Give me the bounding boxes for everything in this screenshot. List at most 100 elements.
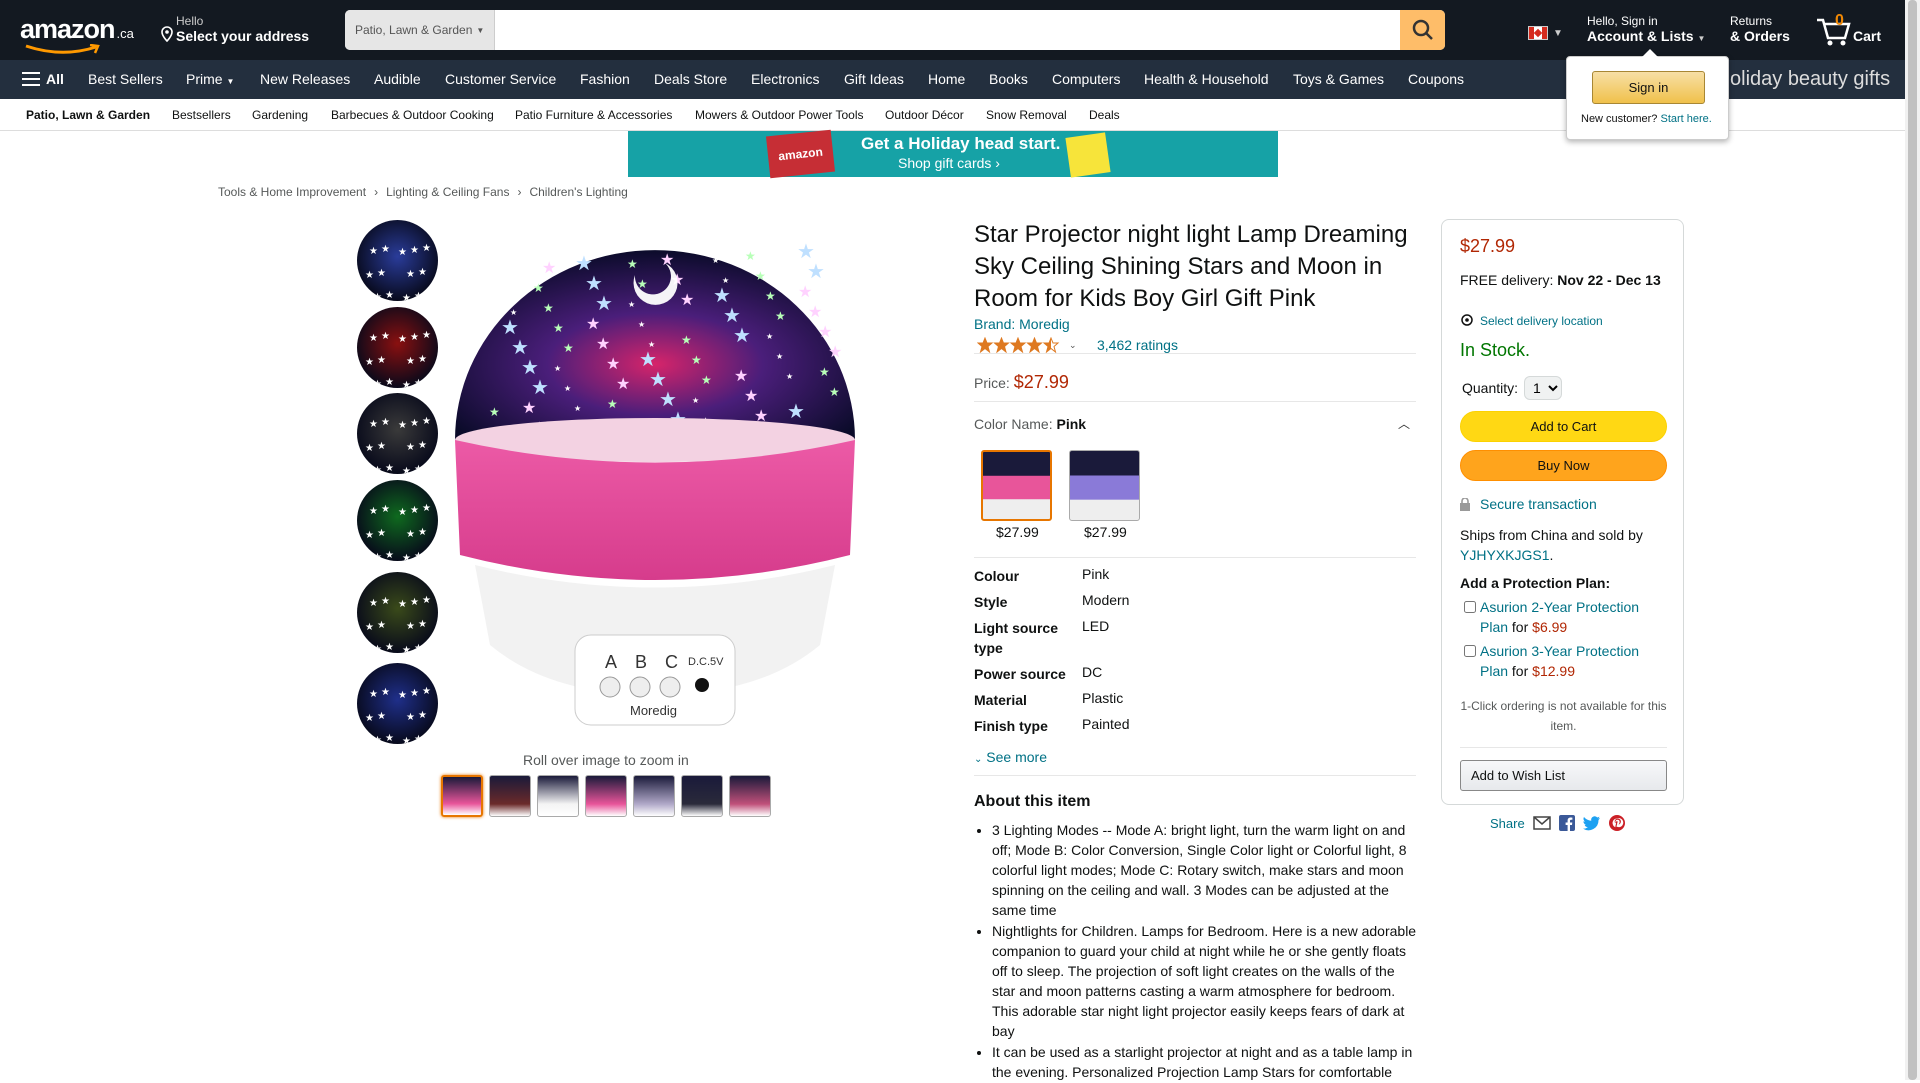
nav-prime[interactable]: Prime ▼ [186,71,234,87]
subnav-mowers[interactable]: Mowers & Outdoor Power Tools [695,108,864,122]
search-input[interactable] [495,10,1400,50]
projected-star: ★ [734,368,748,385]
nav-books[interactable]: Books [989,71,1028,87]
subnav-snow-removal[interactable]: Snow Removal [986,108,1067,122]
nav-home[interactable]: Home [928,71,965,87]
nav-health-household[interactable]: Health & Household [1144,71,1269,87]
plan-for: for [1511,663,1529,679]
gallery-thumbnail[interactable]: ★ ★ ★ ★ ★ ★ ★ ★ ★ ★ ★ ★ ★ ★ [357,307,438,388]
see-more-link[interactable]: ⌄ See more [974,749,1047,765]
breadcrumb-item[interactable]: Lighting & Ceiling Fans [386,185,509,199]
cart-button[interactable]: 0 Cart [1815,10,1895,50]
projected-star: ★ [744,388,758,405]
star-icon: ★ [398,334,407,345]
scrollbar-thumb[interactable] [1908,0,1917,1080]
all-menu-button[interactable]: All [22,71,64,87]
sign-in-button[interactable]: Sign in [1592,71,1705,104]
star-icon: ★ [410,418,419,429]
quantity-select[interactable]: 1 [1524,376,1563,400]
subnav-barbecues[interactable]: Barbecues & Outdoor Cooking [331,108,494,122]
main-product-image[interactable]: ★ ★ ★ ★ ★ ★ ★ ★ ★ ★ ★ ★ ★ ★ ★ ★ ★ ★ ★ ★ ★ ★ ★ ★ ★ ★ ★ ★ ★ ★ ★ ★ ★ ★ ★ ★ ★ ★ ★ ★… [450,225,860,755]
gallery-thumbnail[interactable] [537,775,579,817]
nav-electronics[interactable]: Electronics [751,71,819,87]
nav-customer-service[interactable]: Customer Service [445,71,556,87]
pinterest-icon[interactable] [1608,815,1625,831]
secure-transaction[interactable]: Secure transaction [1460,496,1597,512]
subnav-patio-furniture[interactable]: Patio Furniture & Accessories [515,108,672,122]
swatch-pink[interactable] [981,450,1052,521]
breadcrumb-item[interactable]: Tools & Home Improvement [218,185,366,199]
nav-fashion[interactable]: Fashion [580,71,630,87]
projected-star: ★ [713,285,731,307]
add-to-cart-button[interactable]: Add to Cart [1460,411,1667,442]
nav-new-releases[interactable]: New Releases [260,71,350,87]
account-menu[interactable]: Hello, Sign in Account & Lists ▼ [1587,14,1705,44]
protection-plan-option: Asurion 3-Year Protection Plan for $12.9… [1464,641,1664,681]
seller-link[interactable]: YJHYXKJGS1 [1460,547,1549,563]
nav-toys-games[interactable]: Toys & Games [1293,71,1384,87]
search-category-dropdown[interactable]: Patio, Lawn & Garden ▼ [345,10,495,50]
subnav-deals[interactable]: Deals [1089,108,1120,122]
delivery-address[interactable]: Hello Select your address [160,14,309,48]
subnav-gardening[interactable]: Gardening [252,108,308,122]
projected-star: ★ [660,252,674,269]
gallery-thumbnail[interactable] [489,775,531,817]
brand-link[interactable]: Brand: Moredig [974,316,1070,332]
returns-orders[interactable]: Returns & Orders [1730,14,1790,44]
breadcrumb-item[interactable]: Children's Lighting [529,185,627,199]
gallery-thumbnail[interactable] [585,775,627,817]
nav-promo-banner[interactable]: oliday beauty gifts [1730,68,1890,91]
facebook-icon[interactable] [1558,815,1575,831]
star-icon: ★ [377,528,386,539]
subnav-bestsellers[interactable]: Bestsellers [172,108,231,122]
protection-plan-checkbox[interactable] [1464,645,1476,657]
rating-star [993,337,1010,353]
start-here-link[interactable]: Start here. [1660,113,1711,125]
nav-deals-store[interactable]: Deals Store [654,71,727,87]
nav-computers[interactable]: Computers [1052,71,1120,87]
gallery-thumbnail[interactable] [441,775,483,817]
gallery-thumbnail[interactable] [729,775,771,817]
projected-star: ★ [490,268,497,277]
protection-plan-checkbox[interactable] [1464,601,1476,613]
power-label: D.C.5V [688,656,724,668]
swatch-purple[interactable] [1069,450,1140,521]
add-to-wish-list-button[interactable]: Add to Wish List [1460,760,1667,791]
amazon-logo[interactable]: amazon .ca [20,14,140,54]
nav-audible[interactable]: Audible [374,71,421,87]
list-item: 3 Lighting Modes -- Mode A: bright light… [992,820,1419,920]
nav-best-sellers[interactable]: Best Sellers [88,71,163,87]
gallery-thumbnail[interactable] [681,775,723,817]
gallery-thumbnail[interactable]: ★ ★ ★ ★ ★ ★ ★ ★ ★ ★ ★ ★ ★ ★ [357,393,438,474]
projected-star: ★ [501,317,519,339]
ratings-count-link[interactable]: 3,462 ratings [1097,337,1178,353]
nav-coupons[interactable]: Coupons [1408,71,1464,87]
nav-gift-ideas[interactable]: Gift Ideas [844,71,904,87]
gallery-thumbnail[interactable]: ★ ★ ★ ★ ★ ★ ★ ★ ★ ★ ★ ★ ★ ★ [357,572,438,653]
star-rating[interactable]: ⌄ [977,337,1077,353]
twitter-icon[interactable] [1582,815,1601,831]
gallery-thumbnail[interactable]: ★ ★ ★ ★ ★ ★ ★ ★ ★ ★ ★ ★ ★ ★ [357,480,438,561]
projected-star: ★ [553,321,564,335]
gift-card-ad-banner[interactable]: amazon Get a Holiday head start. Shop gi… [628,129,1278,179]
subnav-department[interactable]: Patio, Lawn & Garden [26,108,150,122]
canada-flag-icon[interactable] [1528,26,1548,40]
star-icon: ★ [406,529,415,540]
delivery-info: FREE delivery: Nov 22 - Dec 13 [1460,272,1661,288]
protection-plan-option: Asurion 2-Year Protection Plan for $6.99 [1464,597,1664,637]
star-icon: ★ [418,440,427,451]
gallery-thumbnail[interactable] [633,775,675,817]
search-button[interactable] [1400,10,1445,50]
gallery-thumbnail[interactable]: ★ ★ ★ ★ ★ ★ ★ ★ ★ ★ ★ ★ ★ ★ [357,663,438,744]
buy-now-button[interactable]: Buy Now [1460,450,1667,481]
cart-icon [1817,18,1851,46]
select-location[interactable]: Select delivery location [1460,314,1603,328]
spec-key: Colour [974,568,1020,584]
plan-price: $6.99 [1532,619,1568,635]
email-icon[interactable] [1532,816,1551,830]
projected-star: ★ [776,352,783,361]
star-icon: ★ [410,332,419,343]
subnav-outdoor-decor[interactable]: Outdoor Décor [885,108,964,122]
chevron-up-icon[interactable]: ︿ [1398,415,1410,432]
gallery-thumbnail[interactable]: ★ ★ ★ ★ ★ ★ ★ ★ ★ ★ ★ ★ ★ ★ [357,220,438,301]
